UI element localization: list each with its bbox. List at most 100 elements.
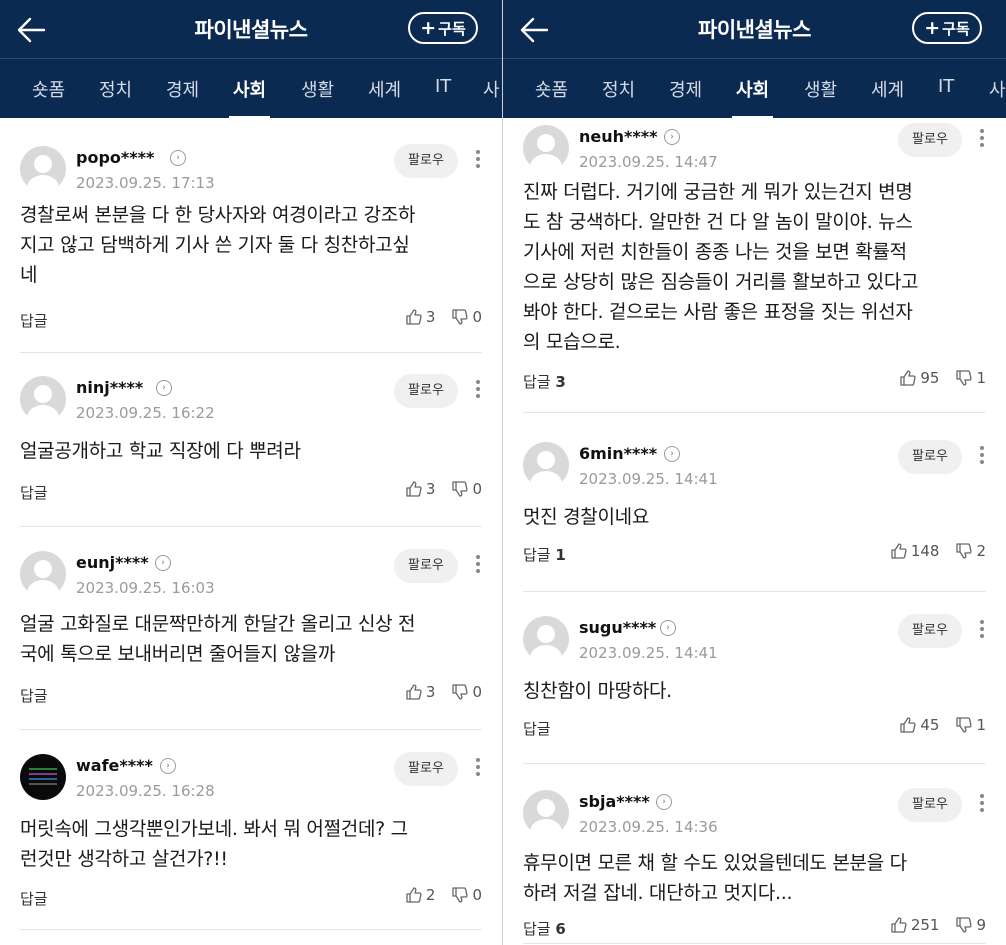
tab-life[interactable]: 생활 — [301, 76, 334, 102]
comment-text-line: 칭찬함이 마땅하다. — [523, 680, 672, 702]
thumbs-down-icon[interactable] — [955, 369, 973, 387]
thumbs-down-icon[interactable] — [451, 683, 469, 701]
plus-icon: + — [924, 16, 941, 39]
thumbs-up-icon[interactable] — [405, 480, 423, 498]
tab-world[interactable]: 세계 — [871, 76, 904, 102]
subscribe-button[interactable]: + 구독 — [408, 12, 478, 44]
chevron-right-icon[interactable]: › — [656, 794, 672, 810]
avatar[interactable] — [523, 442, 569, 488]
chevron-right-icon[interactable]: › — [664, 446, 680, 462]
avatar[interactable] — [20, 146, 66, 192]
avatar[interactable] — [20, 754, 66, 800]
tab-society[interactable]: 사회 — [228, 76, 271, 119]
follow-button[interactable]: 팔로우 — [394, 374, 458, 408]
tab-shortform[interactable]: 숏폼 — [32, 76, 65, 102]
like-count: 148 — [910, 542, 940, 560]
like-count: 3 — [425, 480, 436, 498]
more-vertical-icon[interactable] — [474, 555, 482, 575]
tab-society[interactable]: 사회 — [731, 76, 774, 119]
comment-nickname[interactable]: neuh**** — [579, 127, 658, 146]
reply-button[interactable]: 답글 — [20, 888, 48, 909]
thumbs-up-icon[interactable] — [405, 683, 423, 701]
more-vertical-icon[interactable] — [978, 129, 986, 149]
more-vertical-icon[interactable] — [474, 150, 482, 170]
tab-economy[interactable]: 경제 — [166, 76, 199, 102]
reply-button[interactable]: 답글 3 — [523, 371, 566, 392]
thumbs-up-icon[interactable] — [899, 716, 917, 734]
comment-text-line: 하려 저걸 잡네. 대단하고 멋지다... — [523, 882, 793, 904]
comment-text-line: 얼굴 고화질로 대문짝만하게 한달간 올리고 신상 전 — [20, 613, 416, 635]
follow-button[interactable]: 팔로우 — [394, 549, 458, 583]
follow-button[interactable]: 팔로우 — [394, 752, 458, 786]
thumbs-down-icon[interactable] — [955, 542, 973, 560]
avatar[interactable] — [20, 551, 66, 597]
chevron-right-icon[interactable]: › — [664, 129, 680, 145]
tab-politics[interactable]: 정치 — [99, 76, 132, 102]
like-count: 95 — [920, 369, 940, 387]
chevron-right-icon[interactable]: › — [660, 620, 676, 636]
comment-nickname[interactable]: sbja**** — [579, 792, 650, 811]
comment-text-line: 지고 않고 담백하게 기사 쓴 기자 둘 다 칭찬하고싶 — [20, 234, 410, 256]
thumbs-up-icon[interactable] — [899, 369, 917, 387]
vote-controls: 95 1 — [899, 369, 986, 387]
reply-button[interactable]: 답글 6 — [523, 918, 566, 939]
avatar[interactable] — [523, 125, 569, 171]
comment-text: 얼굴공개하고 학교 직장에 다 뿌려라 — [20, 436, 301, 466]
more-vertical-icon[interactable] — [474, 758, 482, 778]
reply-button[interactable]: 답글 1 — [523, 544, 566, 565]
follow-button[interactable]: 팔로우 — [898, 440, 962, 474]
comment-nickname[interactable]: ninj**** — [76, 378, 143, 397]
tab-shortform[interactable]: 숏폼 — [535, 76, 568, 102]
avatar[interactable] — [523, 790, 569, 836]
more-vertical-icon[interactable] — [978, 446, 986, 466]
follow-button[interactable]: 팔로우 — [898, 788, 962, 822]
comment-nickname[interactable]: 6min**** — [579, 444, 657, 463]
thumbs-up-icon[interactable] — [405, 886, 423, 904]
dislike-count: 1 — [976, 369, 986, 387]
comment-text-line: 으로 상당히 많은 짐승들이 거리를 활보하고 있다고 — [523, 271, 919, 293]
more-vertical-icon[interactable] — [978, 620, 986, 640]
avatar[interactable] — [20, 376, 66, 422]
thumbs-up-icon[interactable] — [890, 542, 908, 560]
comment-nickname[interactable]: sugu**** — [579, 618, 656, 637]
reply-label: 답글 — [20, 312, 48, 330]
comment-text-line: 멋진 경찰이네요 — [523, 506, 650, 528]
thumbs-down-icon[interactable] — [955, 916, 973, 934]
chevron-right-icon[interactable]: › — [160, 758, 176, 774]
thumbs-down-icon[interactable] — [451, 308, 469, 326]
tab-more-partial[interactable]: 사 — [483, 76, 500, 102]
comment-nickname[interactable]: eunj**** — [76, 553, 149, 572]
follow-button[interactable]: 팔로우 — [394, 144, 458, 178]
thumbs-down-icon[interactable] — [955, 716, 973, 734]
tab-more-partial[interactable]: 사 — [989, 76, 1006, 102]
tab-world[interactable]: 세계 — [368, 76, 401, 102]
comment-item: 6min**** › 2023.09.25. 14:41 팔로우 멋진 경찰이네요 답글 … — [523, 436, 986, 592]
reply-label: 답글 — [523, 920, 551, 938]
subscribe-button[interactable]: + 구독 — [912, 12, 982, 44]
reply-button[interactable]: 답글 — [20, 685, 48, 706]
thumbs-up-icon[interactable] — [890, 916, 908, 934]
thumbs-up-icon[interactable] — [405, 308, 423, 326]
comment-nickname[interactable]: popo**** — [76, 148, 154, 167]
thumbs-down-icon[interactable] — [451, 480, 469, 498]
tab-it[interactable]: IT — [435, 76, 451, 97]
comment-nickname[interactable]: wafe**** — [76, 756, 153, 775]
avatar[interactable] — [523, 616, 569, 662]
tab-economy[interactable]: 경제 — [669, 76, 702, 102]
follow-button[interactable]: 팔로우 — [898, 123, 962, 157]
thumbs-down-icon[interactable] — [451, 886, 469, 904]
reply-button[interactable]: 답글 — [20, 482, 48, 503]
reply-count: 3 — [555, 373, 566, 391]
tab-it[interactable]: IT — [938, 76, 954, 97]
more-vertical-icon[interactable] — [474, 380, 482, 400]
chevron-right-icon[interactable]: › — [155, 555, 171, 571]
reply-button[interactable]: 답글 — [20, 310, 48, 331]
chevron-right-icon[interactable]: › — [156, 380, 172, 396]
reply-button[interactable]: 답글 — [523, 718, 551, 739]
comment-text: 얼굴 고화질로 대문짝만하게 한달간 올리고 신상 전 국에 톡으로 보내버리면 … — [20, 609, 416, 669]
chevron-right-icon[interactable]: › — [170, 150, 186, 166]
tab-politics[interactable]: 정치 — [602, 76, 635, 102]
follow-button[interactable]: 팔로우 — [898, 614, 962, 648]
tab-life[interactable]: 생활 — [804, 76, 837, 102]
more-vertical-icon[interactable] — [978, 794, 986, 814]
